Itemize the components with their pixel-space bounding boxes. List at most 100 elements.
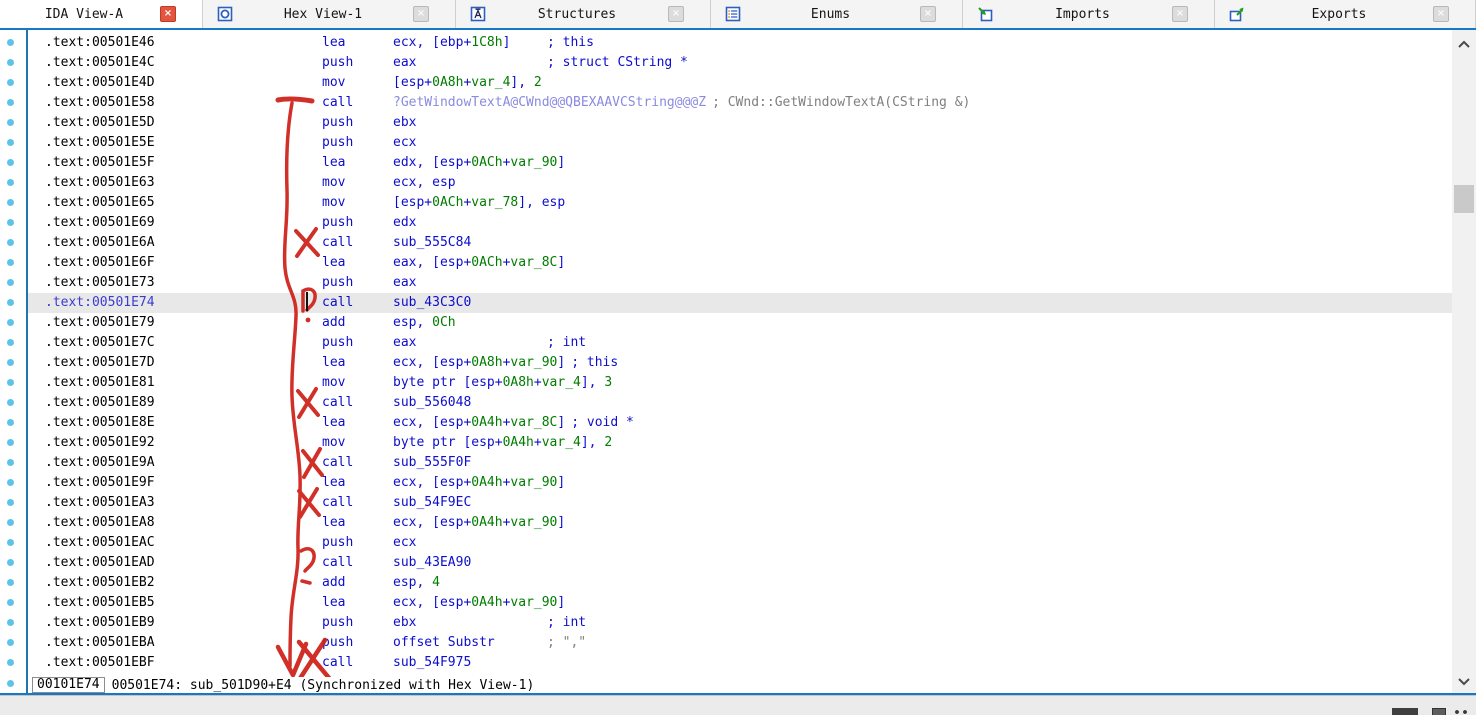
listing-row[interactable]: .text:00501EBApushoffset Substr; ","	[28, 633, 1452, 653]
address: .text:00501EAC	[45, 533, 322, 553]
listing-row[interactable]: .text:00501E5Fleaedx, [esp+0ACh+var_90]	[28, 153, 1452, 173]
breakpoint-dot[interactable]	[7, 239, 14, 246]
listing-row[interactable]: .text:00501E9Acallsub_555F0F	[28, 453, 1452, 473]
mnemonic: call	[322, 93, 393, 113]
listing-row[interactable]: .text:00501E8Eleaecx, [esp+0A4h+var_8C];…	[28, 413, 1452, 433]
address: .text:00501E63	[45, 173, 322, 193]
mnemonic: push	[322, 613, 393, 633]
listing-row[interactable]: .text:00501E65mov[esp+0ACh+var_78], esp	[28, 193, 1452, 213]
listing-row[interactable]: .text:00501E92movbyte ptr [esp+0A4h+var_…	[28, 433, 1452, 453]
breakpoint-dot[interactable]	[7, 299, 14, 306]
breakpoint-dot[interactable]	[7, 219, 14, 226]
tab-ida-view-a[interactable]: IDA View-A×	[0, 0, 203, 28]
listing-row[interactable]: .text:00501E5Epushecx	[28, 133, 1452, 153]
breakpoint-dot[interactable]	[7, 559, 14, 566]
listing-row[interactable]: .text:00501EB5leaecx, [esp+0A4h+var_90]	[28, 593, 1452, 613]
breakpoint-gutter[interactable]	[0, 30, 28, 677]
breakpoint-dot[interactable]	[7, 339, 14, 346]
tab-structures[interactable]: Structures×	[456, 0, 711, 28]
breakpoint-dot[interactable]	[7, 59, 14, 66]
tab-close-button[interactable]: ×	[413, 6, 429, 22]
breakpoint-dot[interactable]	[7, 159, 14, 166]
listing-row[interactable]: .text:00501EBFcallsub_54F975	[28, 653, 1452, 673]
operands: sub_54F9EC	[393, 493, 541, 513]
listing-row[interactable]: .text:00501E81movbyte ptr [esp+0A8h+var_…	[28, 373, 1452, 393]
breakpoint-dot[interactable]	[7, 639, 14, 646]
mnemonic: call	[322, 453, 393, 473]
listing-row[interactable]: .text:00501E7Dleaecx, [esp+0A8h+var_90];…	[28, 353, 1452, 373]
breakpoint-dot[interactable]	[7, 199, 14, 206]
listing-row[interactable]: .text:00501E63movecx, esp	[28, 173, 1452, 193]
operands: ecx, [esp+0A4h+var_90]	[393, 513, 565, 533]
tab-enums[interactable]: Enums×	[711, 0, 963, 28]
breakpoint-dot[interactable]	[7, 99, 14, 106]
listing-row[interactable]: .text:00501EADcallsub_43EA90	[28, 553, 1452, 573]
listing-row[interactable]: .text:00501EA8leaecx, [esp+0A4h+var_90]	[28, 513, 1452, 533]
breakpoint-dot[interactable]	[7, 599, 14, 606]
address: .text:00501EB2	[45, 573, 322, 593]
tab-close-button[interactable]: ×	[160, 6, 176, 22]
comment: ; struct CString *	[547, 55, 688, 70]
breakpoint-dot[interactable]	[7, 179, 14, 186]
listing-row[interactable]: .text:00501E9Fleaecx, [esp+0A4h+var_90]	[28, 473, 1452, 493]
listing-row[interactable]: .text:00501E69pushedx	[28, 213, 1452, 233]
breakpoint-dot[interactable]	[7, 359, 14, 366]
mnemonic: lea	[322, 353, 393, 373]
listing-row[interactable]: .text:00501E89callsub_556048	[28, 393, 1452, 413]
scroll-up-button[interactable]	[1452, 36, 1476, 52]
operands: ebx	[393, 113, 541, 133]
listing-row[interactable]: .text:00501EB9pushebx; int	[28, 613, 1452, 633]
breakpoint-dot[interactable]	[7, 459, 14, 466]
listing-row[interactable]: .text:00501EA3callsub_54F9EC	[28, 493, 1452, 513]
address: .text:00501E46	[45, 33, 322, 53]
breakpoint-dot[interactable]	[7, 659, 14, 666]
listing-row[interactable]: .text:00501E7Cpusheax; int	[28, 333, 1452, 353]
operands: edx	[393, 213, 541, 233]
breakpoint-dot[interactable]	[7, 379, 14, 386]
address: .text:00501EA8	[45, 513, 322, 533]
listing-row[interactable]: .text:00501E58call?GetWindowTextA@CWnd@@…	[28, 93, 1452, 113]
listing-row[interactable]: .text:00501E74callsub_43C3C0	[28, 293, 1452, 313]
tab-close-button[interactable]: ×	[1433, 6, 1449, 22]
tab-exports[interactable]: Exports ×	[1215, 0, 1476, 28]
breakpoint-dot[interactable]	[7, 259, 14, 266]
breakpoint-dot[interactable]	[7, 619, 14, 626]
comment: ; this	[547, 35, 594, 50]
breakpoint-dot[interactable]	[7, 519, 14, 526]
breakpoint-dot[interactable]	[7, 279, 14, 286]
listing-row[interactable]: .text:00501EACpushecx	[28, 533, 1452, 553]
disassembly-view[interactable]: .text:00501E46leaecx, [ebp+1C8h]; this.t…	[0, 30, 1476, 677]
breakpoint-dot[interactable]	[7, 479, 14, 486]
breakpoint-dot[interactable]	[7, 319, 14, 326]
listing-row[interactable]: .text:00501E79addesp, 0Ch	[28, 313, 1452, 333]
tab-close-button[interactable]: ×	[1172, 6, 1188, 22]
tab-hex-view-1[interactable]: Hex View-1×	[203, 0, 456, 28]
listing-row[interactable]: .text:00501E4Dmov[esp+0A8h+var_4], 2	[28, 73, 1452, 93]
scrollbar-thumb[interactable]	[1454, 185, 1474, 213]
tab-close-button[interactable]: ×	[920, 6, 936, 22]
listing-row[interactable]: .text:00501E5Dpushebx	[28, 113, 1452, 133]
listing-row[interactable]: .text:00501E6Fleaeax, [esp+0ACh+var_8C]	[28, 253, 1452, 273]
listing-row[interactable]: .text:00501E6Acallsub_555C84	[28, 233, 1452, 253]
breakpoint-dot[interactable]	[7, 539, 14, 546]
breakpoint-dot[interactable]	[7, 579, 14, 586]
breakpoint-dot[interactable]	[7, 419, 14, 426]
listing-row[interactable]: .text:00501EB2addesp, 4	[28, 573, 1452, 593]
breakpoint-dot[interactable]	[7, 39, 14, 46]
tab-close-button[interactable]: ×	[668, 6, 684, 22]
scroll-down-button[interactable]	[1452, 673, 1476, 689]
mnemonic: push	[322, 113, 393, 133]
breakpoint-dot[interactable]	[7, 439, 14, 446]
breakpoint-dot[interactable]	[7, 399, 14, 406]
listing-row[interactable]: .text:00501E46leaecx, [ebp+1C8h]; this	[28, 33, 1452, 53]
tab-label: Exports	[1251, 7, 1427, 22]
breakpoint-dot[interactable]	[7, 499, 14, 506]
listing-row[interactable]: .text:00501E4Cpusheax; struct CString *	[28, 53, 1452, 73]
breakpoint-dot[interactable]	[7, 79, 14, 86]
vertical-scrollbar[interactable]	[1452, 30, 1476, 693]
tab-imports[interactable]: Imports×	[963, 0, 1215, 28]
breakpoint-dot[interactable]	[7, 119, 14, 126]
structures-icon	[470, 6, 486, 22]
listing-row[interactable]: .text:00501E73pusheax	[28, 273, 1452, 293]
breakpoint-dot[interactable]	[7, 139, 14, 146]
